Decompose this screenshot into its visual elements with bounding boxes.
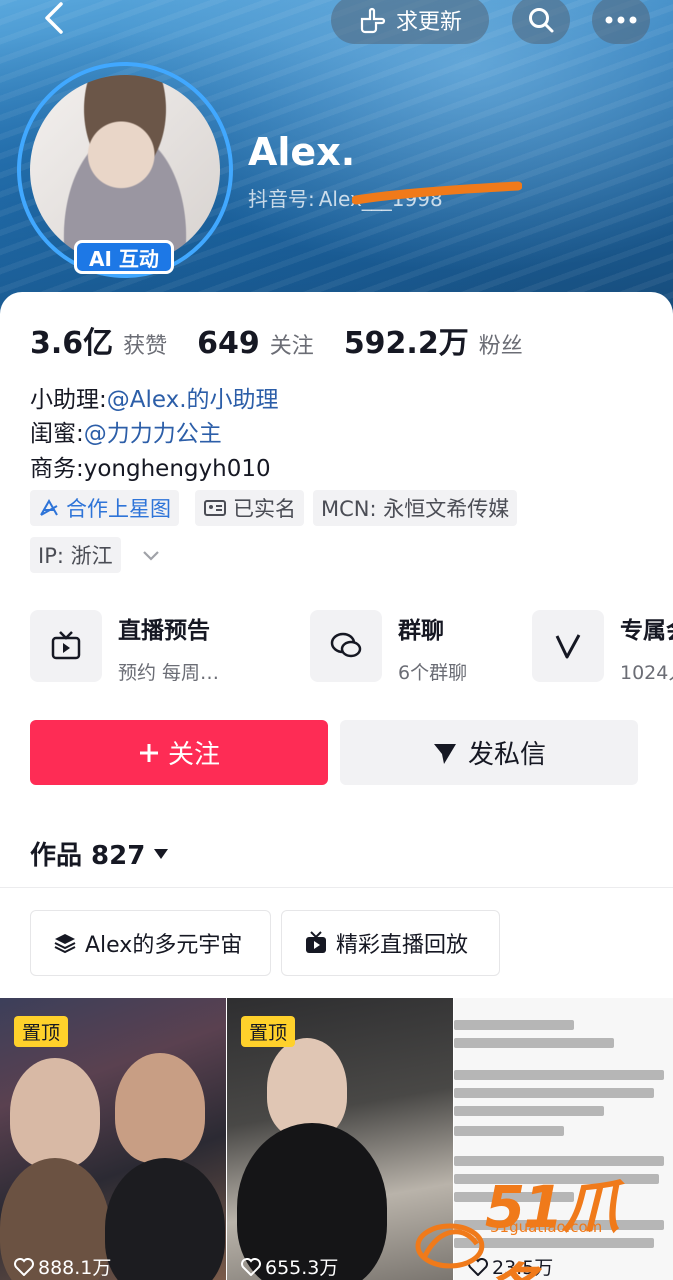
thumbnail-person <box>115 1053 205 1163</box>
assistant-link[interactable]: @Alex.的小助理 <box>107 387 279 413</box>
message-button[interactable]: 发私信 <box>340 720 638 785</box>
thumbnail-clothing <box>105 1158 225 1280</box>
works-label: 作品 827 <box>30 841 146 871</box>
watermark-url: 51guatiao.com <box>490 1218 603 1236</box>
chat-bubbles-icon <box>330 632 362 658</box>
avatar-image <box>30 75 220 265</box>
likes-count: 3.6亿 <box>30 326 114 361</box>
bio-bestie: 闺蜜:@力力力公主 <box>30 414 222 448</box>
live-preview-subtitle: 预约 每周… <box>118 662 220 684</box>
stats-row: 3.6亿 获赞 649 关注 592.2万 粉丝 <box>30 318 553 362</box>
follow-button[interactable]: 关注 <box>30 720 328 785</box>
bio-assistant-label: 小助理: <box>30 387 107 413</box>
mcn-tag[interactable]: MCN: 永恒文希传媒 <box>313 490 518 526</box>
ai-interaction-badge[interactable]: AI 互动 <box>74 240 174 274</box>
text-line <box>454 1126 564 1136</box>
video-likes: 655.3万 <box>241 1253 338 1280</box>
pinned-badge: 置顶 <box>241 1016 296 1047</box>
bio-bestie-label: 闺蜜: <box>30 421 84 447</box>
text-line <box>454 1070 664 1080</box>
request-update-button[interactable]: 求更新 <box>331 0 489 44</box>
group-chat-icon-box <box>310 610 382 682</box>
live-preview-title: 直播预告 <box>118 618 210 644</box>
text-line <box>454 1088 654 1098</box>
redaction-scribble <box>352 181 522 205</box>
followers-label[interactable]: 粉丝 <box>479 328 523 360</box>
group-chat-title: 群聊 <box>398 618 444 644</box>
site-watermark: 51爪条 51guatiao.com <box>415 1160 673 1280</box>
pinned-badge: 置顶 <box>14 1016 69 1047</box>
live-replay-icon <box>306 931 326 953</box>
message-label: 发私信 <box>467 740 546 770</box>
divider <box>0 887 673 888</box>
back-arrow-icon <box>45 2 63 34</box>
video-likes: 888.1万 <box>14 1253 111 1280</box>
id-card-icon <box>204 500 226 516</box>
more-button[interactable] <box>592 0 650 44</box>
text-line <box>454 1038 614 1048</box>
ip-location-tag: IP: 浙江 <box>30 537 121 573</box>
layers-icon <box>54 934 76 954</box>
profile-name: Alex. <box>248 130 356 174</box>
verified-tag[interactable]: 已实名 <box>195 490 304 526</box>
text-line <box>454 1106 604 1116</box>
live-preview-icon-box <box>30 610 102 682</box>
more-dots-icon <box>605 16 637 24</box>
douyin-id-label: 抖音号: <box>248 187 315 211</box>
text-line <box>454 1020 574 1030</box>
send-icon <box>433 743 456 764</box>
pointing-hand-icon <box>360 7 386 34</box>
collection-live-replay[interactable]: 精彩直播回放 <box>281 910 500 976</box>
exclusive-club-subtitle: 1024人 <box>620 662 673 684</box>
caret-down-icon <box>154 848 169 859</box>
watermark-logo-icon <box>415 1223 485 1269</box>
chevron-down-icon[interactable] <box>140 545 162 567</box>
search-icon <box>529 8 554 33</box>
exclusive-club-icon-box <box>532 610 604 682</box>
video-likes-count: 655.3万 <box>265 1257 339 1279</box>
business-contact: yonghengyh010 <box>83 456 271 482</box>
collection-multiverse[interactable]: Alex的多元宇宙 <box>30 910 271 976</box>
plus-icon <box>139 743 158 762</box>
verified-label: 已实名 <box>233 497 296 521</box>
thumbnail-person <box>10 1058 100 1168</box>
request-update-label: 求更新 <box>395 10 462 35</box>
star-map-icon <box>40 498 58 516</box>
tv-icon <box>51 631 81 660</box>
collection-live-replay-label: 精彩直播回放 <box>336 933 469 958</box>
collection-multiverse-label: Alex的多元宇宙 <box>85 933 243 958</box>
video-likes-count: 888.1万 <box>38 1257 112 1279</box>
follow-label: 关注 <box>167 740 220 770</box>
video-thumbnail[interactable]: 置顶 888.1万 <box>0 998 226 1280</box>
search-button[interactable] <box>512 0 570 44</box>
group-chat-subtitle: 6个群聊 <box>398 662 468 684</box>
bio-business-label: 商务: <box>30 456 84 482</box>
star-cooperation-tag[interactable]: 合作上星图 <box>30 490 179 526</box>
followers-count[interactable]: 592.2万 <box>344 318 469 362</box>
bio-business: 商务:yonghengyh010 <box>30 449 271 483</box>
likes-label: 获赞 <box>123 334 168 359</box>
heart-icon <box>14 1257 34 1276</box>
heart-icon <box>241 1257 261 1276</box>
star-cooperation-label: 合作上星图 <box>66 497 171 521</box>
v-badge-icon <box>555 634 581 659</box>
bio-assistant: 小助理:@Alex.的小助理 <box>30 380 279 414</box>
following-count[interactable]: 649 <box>197 326 260 361</box>
following-label[interactable]: 关注 <box>270 328 314 360</box>
exclusive-club-title: 专属会 <box>620 618 673 644</box>
bestie-link[interactable]: @力力力公主 <box>84 421 222 447</box>
works-tab[interactable]: 作品 827 <box>30 835 169 872</box>
